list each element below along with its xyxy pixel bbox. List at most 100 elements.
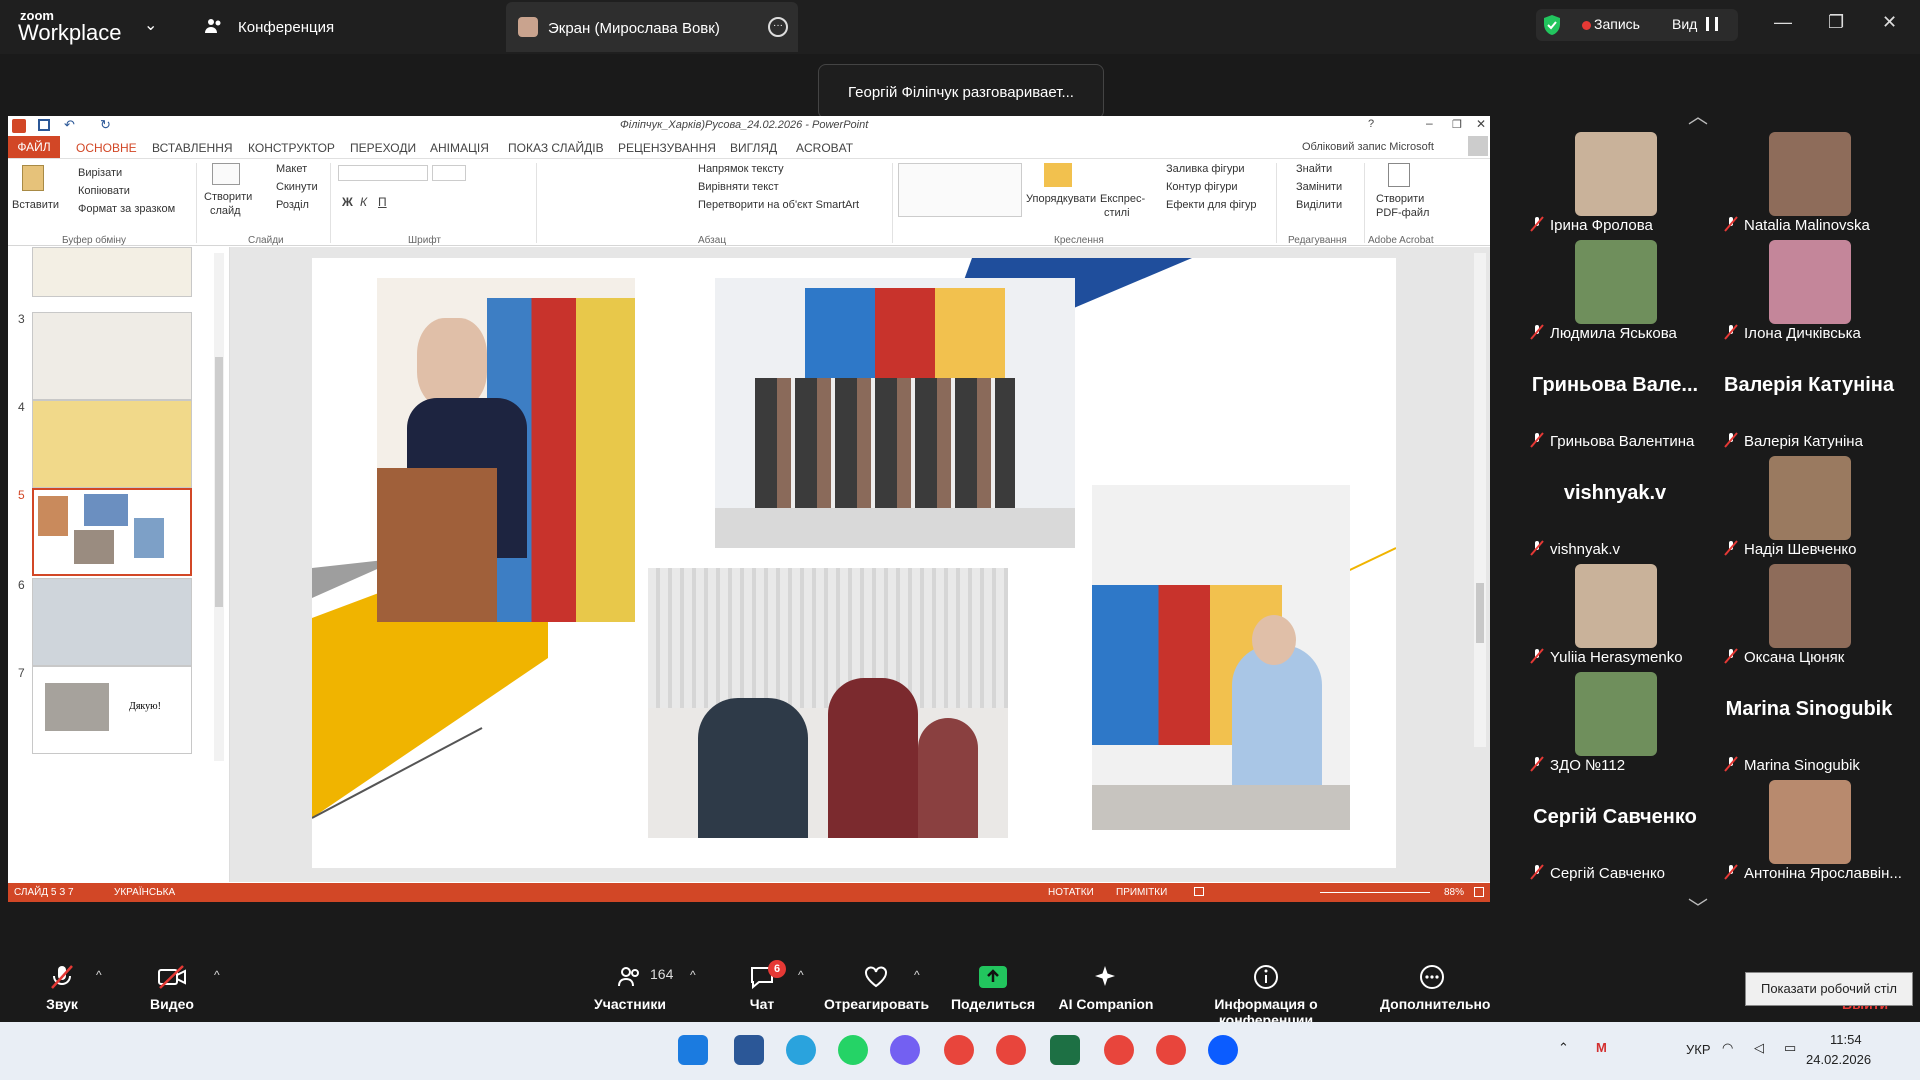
- close-icon[interactable]: ✕: [1882, 12, 1897, 33]
- react-caret-icon[interactable]: ^: [914, 968, 920, 982]
- participant-tile[interactable]: vishnyak.v vishnyak.v: [1520, 456, 1710, 560]
- participant-tile[interactable]: Ірина Фролова: [1520, 132, 1710, 236]
- tray-overflow-icon[interactable]: ⌃: [1558, 1040, 1569, 1056]
- canvas-scrollbar[interactable]: [1474, 253, 1486, 747]
- ppt-restore-icon[interactable]: ❐: [1452, 118, 1462, 131]
- wifi-icon[interactable]: ◠: [1722, 1040, 1733, 1056]
- underline-icon[interactable]: П: [378, 195, 387, 209]
- create-pdf-1[interactable]: Створити: [1376, 193, 1424, 205]
- chat-button[interactable]: Чат: [722, 952, 802, 1022]
- language-indicator[interactable]: УКРАЇНСЬКА: [114, 887, 175, 898]
- replace-button[interactable]: Замінити: [1296, 181, 1342, 193]
- format-painter-button[interactable]: Формат за зразком: [78, 203, 175, 215]
- participant-tile[interactable]: Гриньова Вале... Гриньова Валентина: [1520, 348, 1710, 452]
- clock-date[interactable]: 24.02.2026: [1806, 1052, 1871, 1067]
- align-text-button[interactable]: Вирівняти текст: [698, 181, 779, 193]
- tab-animation[interactable]: АНІМАЦІЯ: [430, 141, 489, 155]
- shapes-gallery[interactable]: [898, 163, 1022, 217]
- minimize-icon[interactable]: —: [1774, 12, 1792, 33]
- view-button[interactable]: Вид: [1672, 16, 1697, 32]
- undo-icon[interactable]: ↶: [64, 117, 75, 133]
- fit-slide-icon[interactable]: [1474, 887, 1484, 897]
- copy-button[interactable]: Копіювати: [78, 185, 130, 197]
- text-direction-button[interactable]: Напрямок тексту: [698, 163, 784, 175]
- thumbs-scrollbar[interactable]: [214, 253, 224, 761]
- arrange-button[interactable]: Упорядкувати: [1026, 193, 1096, 205]
- more-options-icon[interactable]: ···: [768, 17, 788, 37]
- redo-icon[interactable]: ↻: [100, 117, 111, 133]
- video-options-caret-icon[interactable]: ^: [214, 968, 220, 982]
- photo-seated[interactable]: [648, 568, 1008, 838]
- slide-thumbnail-3[interactable]: [32, 312, 192, 400]
- participant-tile[interactable]: Оксана Цюняк: [1714, 564, 1904, 668]
- photo-speaker[interactable]: [377, 278, 635, 622]
- paste-button[interactable]: Вставити: [12, 199, 59, 211]
- telegram-icon[interactable]: [786, 1035, 816, 1065]
- notes-button[interactable]: НОТАТКИ: [1048, 887, 1094, 898]
- chrome-icon[interactable]: [944, 1035, 974, 1065]
- meeting-info-button[interactable]: Информация о конференции: [1170, 952, 1362, 1028]
- slide-thumbnail-6[interactable]: [32, 578, 192, 666]
- comments-button[interactable]: ПРИМІТКИ: [1116, 887, 1167, 898]
- participants-button[interactable]: Участники: [590, 952, 670, 1022]
- participants-caret-icon[interactable]: ^: [690, 968, 696, 982]
- word-icon[interactable]: [734, 1035, 764, 1065]
- audio-button[interactable]: Звук: [22, 952, 102, 1022]
- select-button[interactable]: Виділити: [1296, 199, 1342, 211]
- input-language[interactable]: УКР: [1686, 1042, 1711, 1057]
- whatsapp-icon[interactable]: [838, 1035, 868, 1065]
- tab-transitions[interactable]: ПЕРЕХОДИ: [350, 141, 416, 155]
- section-button[interactable]: Розділ: [276, 199, 309, 211]
- chrome-profile-k-icon[interactable]: [1104, 1035, 1134, 1065]
- font-size-box[interactable]: [432, 165, 466, 181]
- gallery-down-chevron-icon[interactable]: ﹀: [1688, 892, 1708, 921]
- shape-outline-button[interactable]: Контур фігури: [1166, 181, 1237, 193]
- gallery-up-chevron-icon[interactable]: ︿: [1688, 100, 1708, 129]
- participant-tile[interactable]: Людмила Яськова: [1520, 240, 1710, 344]
- new-slide-icon[interactable]: [212, 163, 240, 185]
- viber-icon[interactable]: [890, 1035, 920, 1065]
- create-pdf-2[interactable]: PDF-файл: [1376, 207, 1429, 219]
- normal-view-icon[interactable]: [1194, 887, 1204, 896]
- participant-tile[interactable]: Natalia Malinovska: [1714, 132, 1904, 236]
- tab-view[interactable]: ВИГЛЯД: [730, 141, 777, 155]
- font-name-box[interactable]: [338, 165, 428, 181]
- zoom-app-icon[interactable]: [1208, 1035, 1238, 1065]
- arrange-icon[interactable]: [1044, 163, 1072, 187]
- slide-thumbnail-2[interactable]: [32, 247, 192, 297]
- chrome-profile-yu-icon[interactable]: [1156, 1035, 1186, 1065]
- tab-insert[interactable]: ВСТАВЛЕННЯ: [152, 141, 233, 155]
- more-button[interactable]: Дополнительно: [1380, 952, 1490, 1022]
- participant-tile[interactable]: Marina Sinogubik Marina Sinogubik: [1714, 672, 1904, 776]
- tab-review[interactable]: РЕЦЕНЗУВАННЯ: [618, 141, 716, 155]
- find-button[interactable]: Знайти: [1296, 163, 1332, 175]
- participant-tile[interactable]: Yuliia Herasymenko: [1520, 564, 1710, 668]
- reset-button[interactable]: Скинути: [276, 181, 318, 193]
- layout-button[interactable]: Макет: [276, 163, 307, 175]
- account-label[interactable]: Обліковий запис Microsoft: [1302, 141, 1434, 153]
- tab-acrobat[interactable]: ACROBAT: [796, 141, 853, 155]
- conference-label[interactable]: Конференция: [238, 19, 334, 36]
- chrome-profile-icon[interactable]: [996, 1035, 1026, 1065]
- participant-tile[interactable]: Антоніна Ярославвін...: [1714, 780, 1904, 884]
- audio-options-caret-icon[interactable]: ^: [96, 968, 102, 982]
- quick-styles-1[interactable]: Експрес-: [1100, 193, 1145, 205]
- help-icon[interactable]: ?: [1368, 118, 1374, 130]
- excel-icon[interactable]: [1050, 1035, 1080, 1065]
- bold-icon[interactable]: Ж: [342, 195, 353, 209]
- shape-fill-button[interactable]: Заливка фігури: [1166, 163, 1245, 175]
- smartart-button[interactable]: Перетворити на об'єкт SmartArt: [698, 199, 859, 211]
- windows-start-icon[interactable]: [678, 1035, 708, 1065]
- record-button[interactable]: Запись: [1594, 16, 1640, 32]
- tab-home[interactable]: ОСНОВНЕ: [76, 141, 137, 155]
- ai-companion-button[interactable]: AI Companion: [1058, 952, 1154, 1022]
- chat-caret-icon[interactable]: ^: [798, 968, 804, 982]
- quick-styles-2[interactable]: стилі: [1104, 207, 1130, 219]
- zoom-level[interactable]: 88%: [1444, 887, 1464, 898]
- pdf-icon[interactable]: [1388, 163, 1410, 187]
- slide-thumbnail-7[interactable]: Дякую!: [32, 666, 192, 754]
- paste-icon[interactable]: [22, 165, 44, 191]
- share-button[interactable]: Поделиться: [948, 952, 1038, 1022]
- italic-icon[interactable]: К: [360, 195, 367, 209]
- participant-tile[interactable]: Ілона Дичківська: [1714, 240, 1904, 344]
